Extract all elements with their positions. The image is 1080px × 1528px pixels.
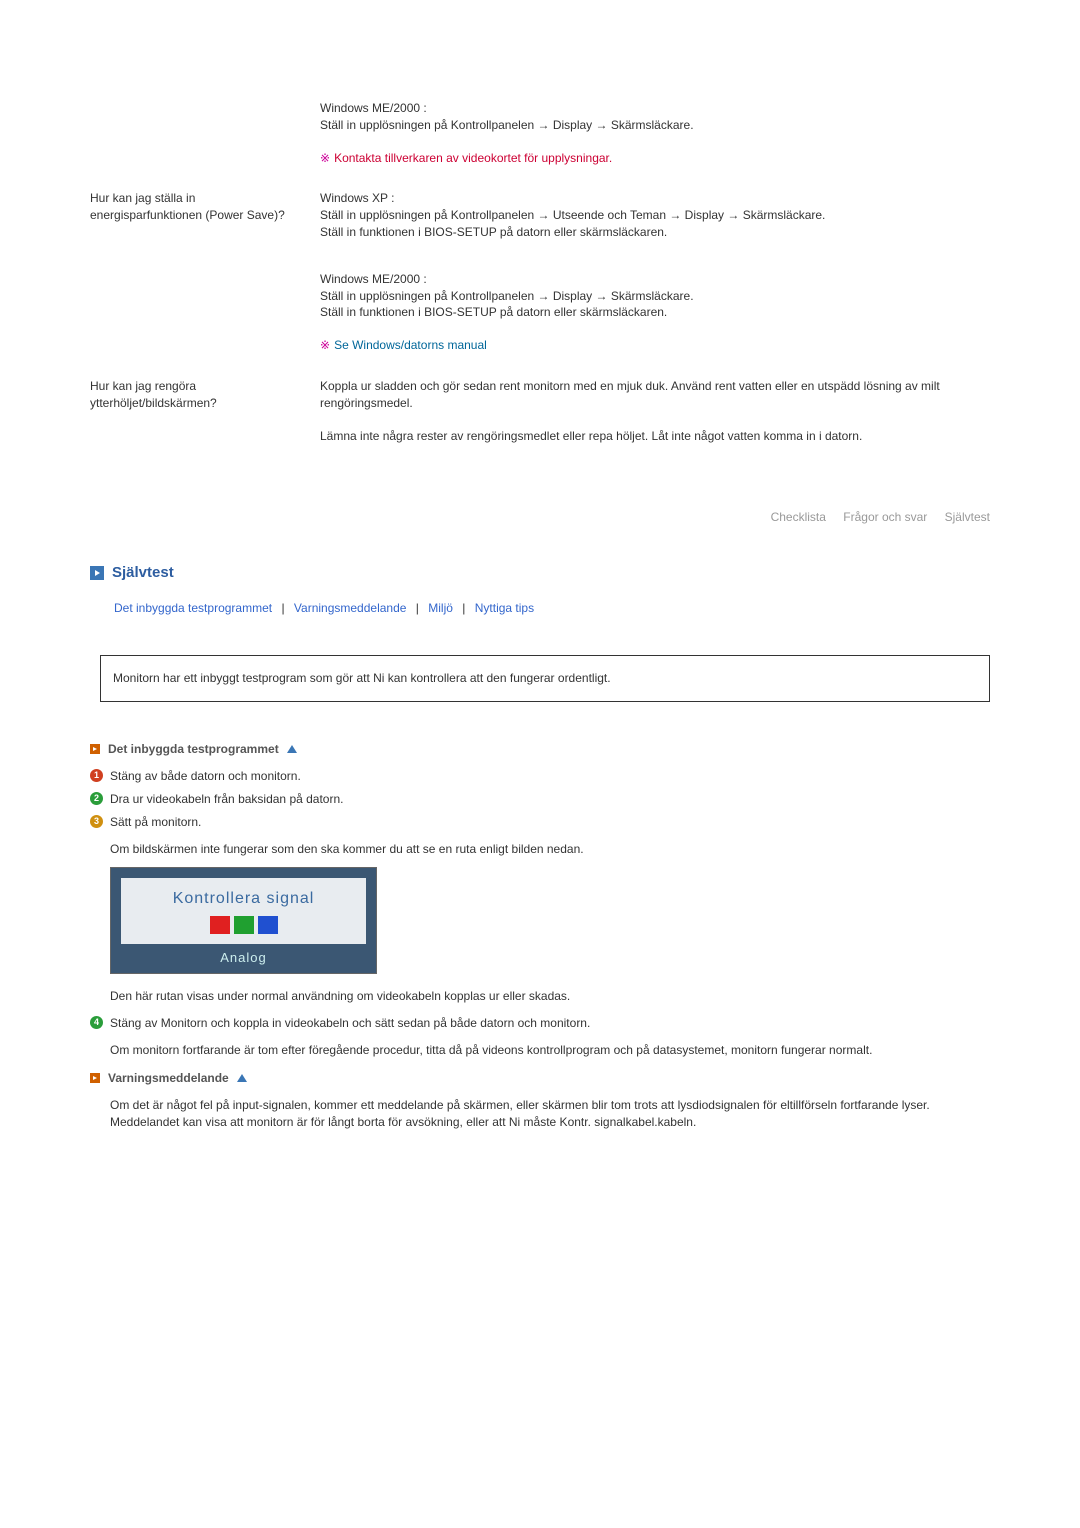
sub-links: Det inbyggda testprogrammet | Varningsme… (90, 601, 990, 615)
sub-heading-label: Det inbyggda testprogrammet (108, 742, 279, 756)
step-item: 4 Stäng av Monitorn och koppla in videok… (110, 1015, 990, 1032)
signal-text: Kontrollera signal (121, 890, 366, 908)
arrow-box-small-icon (90, 1073, 100, 1083)
sub-heading-warning: Varningsmeddelande (90, 1071, 990, 1085)
nav-links: Checklista Frågor och svar Självtest (90, 510, 990, 524)
separator-pipe: | (416, 601, 419, 615)
qa-answer-cell: Windows ME/2000 : Ställ in upplösningen … (320, 100, 990, 180)
separator-pipe: | (281, 601, 284, 615)
qa-note-text: Kontakta tillverkaren av videokortet för… (334, 151, 612, 165)
qa-row: Windows ME/2000 : Ställ in upplösningen … (90, 100, 990, 180)
info-box: Monitorn har ett inbyggt testprogram som… (100, 655, 990, 702)
qa-row: Hur kan jag ställa in energisparfunktion… (90, 190, 990, 368)
step-text: Dra ur videokabeln från baksidan på dato… (110, 792, 343, 806)
qa-question: Hur kan jag rengöra ytterhöljet/bildskär… (90, 378, 320, 460)
sub-heading-label: Varningsmeddelande (108, 1071, 229, 1085)
qa-note-text: Se Windows/datorns manual (334, 338, 487, 352)
qa-left-empty (90, 100, 320, 180)
step-number-1-icon: 1 (90, 769, 103, 782)
step-text: Stäng av både datorn och monitorn. (110, 769, 301, 783)
red-square-icon (210, 916, 230, 934)
section-header: Självtest (90, 564, 990, 581)
qa-answer-b: Windows ME/2000 : Ställ in upplösningen … (320, 271, 990, 321)
signal-check-graphic: Kontrollera signal Analog (110, 867, 377, 974)
step-paragraph: Om bildskärmen inte fungerar som den ska… (110, 841, 990, 858)
qa-answer-a: Koppla ur sladden och gör sedan rent mon… (320, 378, 990, 412)
steps-list-cont: 4 Stäng av Monitorn och koppla in videok… (90, 1015, 990, 1032)
signal-rgb-squares (121, 916, 366, 934)
sublink-tips[interactable]: Nyttiga tips (475, 601, 534, 615)
step-text: Stäng av Monitorn och koppla in videokab… (110, 1016, 590, 1030)
green-square-icon (234, 916, 254, 934)
sublink-test[interactable]: Det inbyggda testprogrammet (114, 601, 272, 615)
step-paragraph: Den här rutan visas under normal användn… (110, 988, 990, 1005)
qa-answer-cell: Windows XP : Ställ in upplösningen på Ko… (320, 190, 990, 368)
signal-inner: Kontrollera signal (121, 878, 366, 944)
step-text: Sätt på monitorn. (110, 815, 201, 829)
steps-list: 1 Stäng av både datorn och monitorn. 2 D… (90, 768, 990, 830)
qa-answer-a: Windows ME/2000 : Ställ in upplösningen … (320, 100, 990, 134)
step-number-3-icon: 3 (90, 815, 103, 828)
sub-heading-test: Det inbyggda testprogrammet (90, 742, 990, 756)
step-item: 3 Sätt på monitorn. (110, 814, 990, 831)
signal-label: Analog (121, 950, 366, 967)
sublink-miljo[interactable]: Miljö (428, 601, 453, 615)
nav-sjalvtest[interactable]: Självtest (945, 510, 990, 524)
separator-pipe: | (462, 601, 465, 615)
warning-paragraph: Om det är något fel på input-signalen, k… (110, 1097, 990, 1131)
blue-square-icon (258, 916, 278, 934)
qa-answer-a: Windows XP : Ställ in upplösningen på Ko… (320, 190, 990, 240)
nav-checklista[interactable]: Checklista (771, 510, 826, 524)
arrow-box-small-icon (90, 744, 100, 754)
nav-fragor[interactable]: Frågor och svar (843, 510, 927, 524)
qa-answer-cell: Koppla ur sladden och gör sedan rent mon… (320, 378, 990, 460)
step-paragraph: Om monitorn fortfarande är tom efter för… (110, 1042, 990, 1059)
qa-note-blue: ※ Se Windows/datorns manual (320, 337, 990, 354)
sublink-warning[interactable]: Varningsmeddelande (294, 601, 407, 615)
qa-row: Hur kan jag rengöra ytterhöljet/bildskär… (90, 378, 990, 460)
section-title: Självtest (112, 564, 174, 581)
step-number-4-icon: 4 (90, 1016, 103, 1029)
qa-note-red: ※ Kontakta tillverkaren av videokortet fö… (320, 150, 990, 167)
qa-answer-b: Lämna inte några rester av rengöringsmed… (320, 428, 990, 445)
step-item: 2 Dra ur videokabeln från baksidan på da… (110, 791, 990, 808)
reference-mark-icon: ※ (320, 151, 330, 165)
qa-question: Hur kan jag ställa in energisparfunktion… (90, 190, 320, 368)
up-arrow-icon[interactable] (237, 1074, 247, 1082)
reference-mark-icon: ※ (320, 338, 330, 352)
step-item: 1 Stäng av både datorn och monitorn. (110, 768, 990, 785)
arrow-box-icon (90, 566, 104, 580)
up-arrow-icon[interactable] (287, 745, 297, 753)
step-number-2-icon: 2 (90, 792, 103, 805)
